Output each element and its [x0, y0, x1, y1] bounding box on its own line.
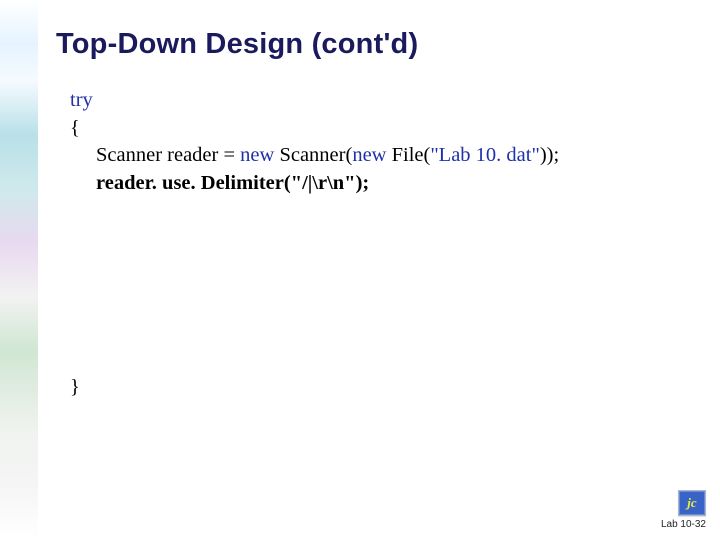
keyword-new: new	[352, 144, 386, 166]
code-line: reader. use. Delimiter("/|\r\n");	[70, 170, 690, 198]
code-line: {	[70, 115, 690, 143]
code-text: );	[356, 172, 370, 194]
logo-icon: jc	[678, 490, 706, 516]
code-block: try { Scanner reader = new Scanner(new F…	[56, 87, 690, 401]
code-line: try	[70, 87, 690, 115]
brace-open: {	[70, 117, 80, 139]
code-text: reader. use. Delimiter(	[96, 172, 291, 194]
string-literal: "/|\r\n"	[291, 172, 356, 194]
code-line: }	[70, 374, 690, 402]
brace-close: }	[70, 376, 80, 398]
code-text: Scanner(	[274, 144, 352, 166]
keyword-try: try	[70, 89, 93, 111]
code-text: Scanner reader =	[96, 144, 240, 166]
decorative-sidebar	[0, 0, 38, 540]
logo-text: jc	[687, 495, 696, 511]
string-literal: "Lab 10. dat"	[430, 144, 540, 166]
code-text: File(	[386, 144, 430, 166]
slide-title: Top-Down Design (cont'd)	[56, 28, 690, 61]
slide-content: Top-Down Design (cont'd) try { Scanner r…	[38, 0, 720, 540]
code-text: ));	[540, 144, 559, 166]
slide-number: Lab 10-32	[661, 519, 706, 530]
keyword-new: new	[240, 144, 274, 166]
slide-footer: jc Lab 10-32	[661, 490, 706, 530]
code-line: Scanner reader = new Scanner(new File("L…	[70, 142, 690, 170]
